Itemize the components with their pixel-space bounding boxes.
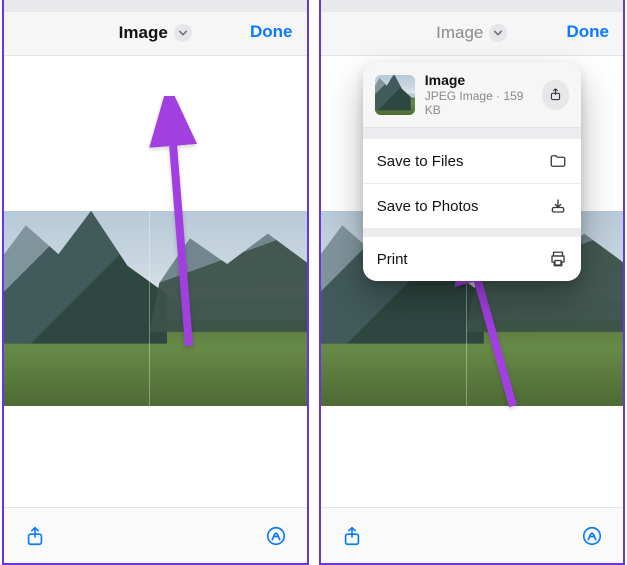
menu-item-print[interactable]: Print bbox=[363, 236, 581, 281]
markup-icon[interactable] bbox=[575, 519, 609, 553]
menu-item-save-to-files[interactable]: Save to Files bbox=[363, 138, 581, 183]
page-title: Image bbox=[436, 23, 483, 43]
image-preview[interactable] bbox=[4, 211, 307, 406]
menu-item-label: Save to Photos bbox=[377, 198, 479, 215]
page-title: Image bbox=[119, 23, 168, 43]
markup-icon[interactable] bbox=[259, 519, 293, 553]
file-thumbnail bbox=[375, 75, 415, 115]
viewer-content: Image JPEG Image · 159 KB Save to Files bbox=[321, 56, 624, 507]
download-tray-icon bbox=[549, 197, 567, 215]
done-button[interactable]: Done bbox=[250, 22, 293, 42]
menu-item-label: Print bbox=[377, 251, 408, 268]
printer-icon bbox=[549, 250, 567, 268]
folder-icon bbox=[549, 152, 567, 170]
viewer-bottombar bbox=[4, 507, 307, 563]
chevron-down-icon[interactable] bbox=[174, 24, 192, 42]
file-meta: Image JPEG Image · 159 KB bbox=[425, 72, 532, 117]
share-icon[interactable] bbox=[542, 80, 569, 110]
share-icon[interactable] bbox=[18, 519, 52, 553]
viewer-topbar: Image Done bbox=[4, 0, 307, 56]
file-subtitle: JPEG Image · 159 KB bbox=[425, 89, 532, 117]
menu-header: Image JPEG Image · 159 KB bbox=[363, 62, 581, 128]
viewer-content bbox=[4, 56, 307, 507]
menu-item-save-to-photos[interactable]: Save to Photos bbox=[363, 183, 581, 228]
file-name: Image bbox=[425, 72, 532, 88]
done-button[interactable]: Done bbox=[567, 22, 610, 42]
share-icon[interactable] bbox=[335, 519, 369, 553]
phone-left: Image Done bbox=[2, 0, 309, 565]
screenshot-pair: Image Done bbox=[0, 0, 627, 565]
menu-item-label: Save to Files bbox=[377, 153, 464, 170]
actions-menu: Image JPEG Image · 159 KB Save to Files bbox=[363, 62, 581, 281]
viewer-topbar: Image Done bbox=[321, 0, 624, 56]
menu-divider bbox=[363, 228, 581, 236]
chevron-down-icon[interactable] bbox=[489, 24, 507, 42]
image-seam bbox=[149, 211, 150, 406]
landscape-image bbox=[4, 211, 307, 406]
menu-divider bbox=[363, 128, 581, 138]
phone-right: Image Done Image JPEG Image · 159 KB bbox=[319, 0, 626, 565]
viewer-bottombar bbox=[321, 507, 624, 563]
